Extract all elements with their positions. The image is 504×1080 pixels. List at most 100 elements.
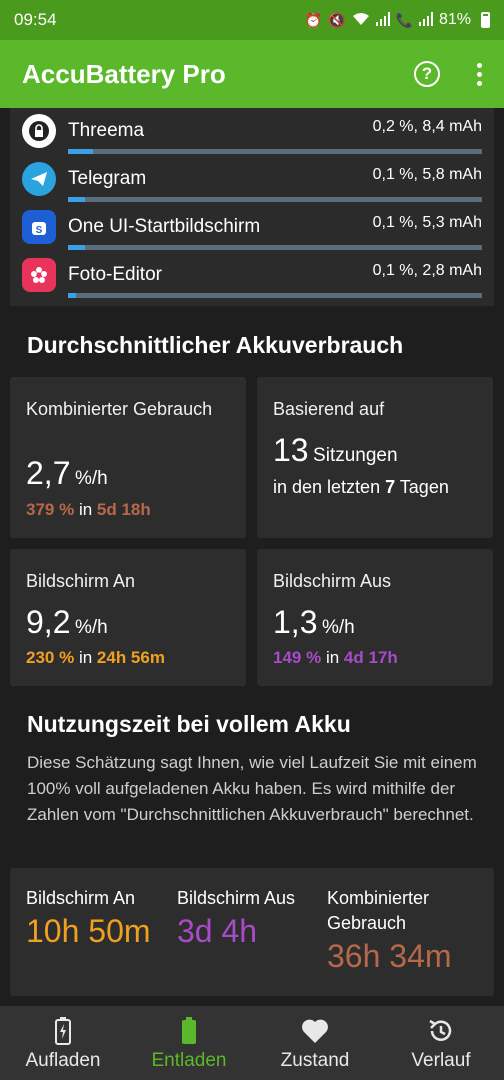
card-sub: 230 % in 24h 56m: [26, 648, 165, 668]
days-prefix: in den letzten: [273, 477, 381, 497]
card-based-on: Basierend auf 13 Sitzungen in den letzte…: [257, 377, 493, 538]
mute-icon: 🔇: [328, 11, 346, 28]
help-icon[interactable]: ?: [414, 61, 440, 87]
card-value-row: 9,2 %/h: [26, 604, 108, 641]
card-screen-on: Bildschirm An 9,2 %/h 230 % in 24h 56m: [10, 549, 246, 686]
heart-icon: [301, 1016, 329, 1046]
app-usage-value: 0,1 %, 2,8 mAh: [372, 262, 482, 279]
nav-label: Aufladen: [25, 1050, 101, 1071]
list-item[interactable]: S One UI-Startbildschirm 0,1 %, 5,3 mAh: [10, 204, 494, 252]
nav-item-verlauf[interactable]: Verlauf: [378, 1006, 504, 1080]
card-value: 2,7: [26, 455, 71, 491]
card-sub-in: in: [78, 500, 93, 519]
status-battery-icon: [481, 12, 490, 28]
card-days-row: in den letzten 7 Tagen: [273, 477, 449, 498]
card-sub-duration: 4d 17h: [343, 648, 398, 667]
battery-charging-icon: [55, 1016, 71, 1046]
card-sessions-row: 13 Sitzungen: [273, 432, 398, 469]
estimate-value: 36h 34m: [327, 938, 452, 974]
estimate-label: Bildschirm Aus: [177, 888, 296, 908]
card-value: 1,3: [273, 604, 318, 640]
card-sub-pct: 149 %: [273, 648, 322, 667]
card-label: Bildschirm An: [26, 571, 136, 591]
signal-icon-2: [418, 11, 433, 29]
section-title-full: Nutzungszeit bei vollem Akku: [27, 711, 351, 737]
card-label: Basierend auf: [273, 399, 385, 419]
app-name: One UI-Startbildschirm: [68, 216, 261, 237]
section-title-average: Durchschnittlicher Akkuverbrauch: [27, 332, 404, 358]
flower-icon: [22, 258, 56, 292]
card-sub: 379 % in 5d 18h: [26, 500, 151, 520]
sessions-count: 13: [273, 432, 309, 468]
usage-bar-fill: [68, 149, 93, 154]
card-unit: %/h: [74, 617, 108, 638]
usage-bar: [68, 197, 482, 202]
app-usage-value: 0,1 %, 5,8 mAh: [372, 166, 482, 183]
card-label: Bildschirm Aus: [273, 571, 392, 591]
signal-icon: [375, 11, 390, 29]
alarm-icon: ⏰: [304, 11, 323, 28]
sessions-label: Sitzungen: [313, 445, 398, 466]
card-combined-usage: Kombinierter Gebrauch 2,7 %/h 379 % in 5…: [10, 377, 246, 538]
card-screen-off: Bildschirm Aus 1,3 %/h 149 % in 4d 17h: [257, 549, 493, 686]
status-icons: ⏰ 🔇 📞 81%: [305, 11, 490, 29]
wifi-call-icon: 📞: [395, 11, 413, 28]
list-item[interactable]: Telegram 0,1 %, 5,8 mAh: [10, 156, 494, 204]
usage-bar: [68, 245, 482, 250]
nav-label: Entladen: [151, 1050, 227, 1071]
card-value-row: 2,7 %/h: [26, 455, 108, 492]
wifi-icon: [352, 12, 370, 29]
usage-bar: [68, 149, 482, 154]
nav-item-aufladen[interactable]: Aufladen: [0, 1006, 126, 1080]
app-usage-value: 0,1 %, 5,3 mAh: [372, 214, 482, 231]
estimate-label: Bildschirm An: [26, 888, 136, 908]
estimate-screen-off: Bildschirm Aus 3d 4h: [177, 886, 327, 951]
usage-bar-fill: [68, 293, 77, 298]
card-value-row: 1,3 %/h: [273, 604, 355, 641]
app-name: Foto-Editor: [68, 264, 162, 285]
bag-icon: S: [22, 210, 56, 244]
card-sub-duration: 24h 56m: [96, 648, 165, 667]
card-full-estimate: Bildschirm An 10h 50m Bildschirm Aus 3d …: [10, 868, 494, 996]
estimate-label: Kombinierter Gebrauch: [327, 888, 430, 933]
card-sub-duration: 5d 18h: [96, 500, 151, 519]
card-value: 9,2: [26, 604, 71, 640]
estimate-value: 3d 4h: [177, 913, 258, 949]
usage-bar-fill: [68, 197, 85, 202]
nav-item-zustand[interactable]: Zustand: [252, 1006, 378, 1080]
list-item[interactable]: Threema 0,2 %, 8,4 mAh: [10, 108, 494, 156]
card-sub: 149 % in 4d 17h: [273, 648, 398, 668]
app-name: Threema: [68, 120, 145, 141]
lock-icon: [22, 114, 56, 148]
list-item[interactable]: Foto-Editor 0,1 %, 2,8 mAh: [10, 252, 494, 300]
card-sub-in: in: [78, 648, 93, 667]
paper-plane-icon: [22, 162, 56, 196]
app-title: AccuBattery Pro: [22, 58, 226, 89]
status-battery-text: 81%: [438, 11, 471, 28]
usage-bar-fill: [68, 245, 85, 250]
bottom-navigation: Aufladen Entladen Zustand Verlauf: [0, 1006, 504, 1080]
status-bar: 09:54 ⏰ 🔇 📞 81%: [0, 0, 504, 40]
status-time: 09:54: [14, 10, 57, 29]
card-sub-pct: 230 %: [26, 648, 75, 667]
nav-label: Zustand: [280, 1050, 350, 1071]
battery-icon: [181, 1016, 197, 1046]
svg-text:S: S: [36, 225, 43, 236]
app-name: Telegram: [68, 168, 147, 189]
card-sub-pct: 379 %: [26, 500, 75, 519]
card-unit: %/h: [74, 468, 108, 489]
days-count: 7: [385, 477, 396, 497]
full-description: Diese Schätzung sagt Ihnen, wie viel Lau…: [27, 753, 477, 824]
nav-label: Verlauf: [411, 1050, 471, 1071]
nav-item-entladen[interactable]: Entladen: [126, 1006, 252, 1080]
card-sub-in: in: [325, 648, 340, 667]
app-usage-list: Threema 0,2 %, 8,4 mAh Telegram 0,1 %, 5…: [10, 108, 494, 306]
more-options-icon[interactable]: [476, 62, 482, 86]
card-unit: %/h: [321, 617, 355, 638]
estimate-value: 10h 50m: [26, 913, 151, 949]
estimate-screen-on: Bildschirm An 10h 50m: [26, 886, 176, 951]
estimate-combined: Kombinierter Gebrauch 36h 34m: [327, 886, 487, 976]
app-usage-value: 0,2 %, 8,4 mAh: [372, 118, 482, 135]
days-suffix: Tagen: [399, 477, 449, 497]
card-label: Kombinierter Gebrauch: [26, 399, 213, 419]
